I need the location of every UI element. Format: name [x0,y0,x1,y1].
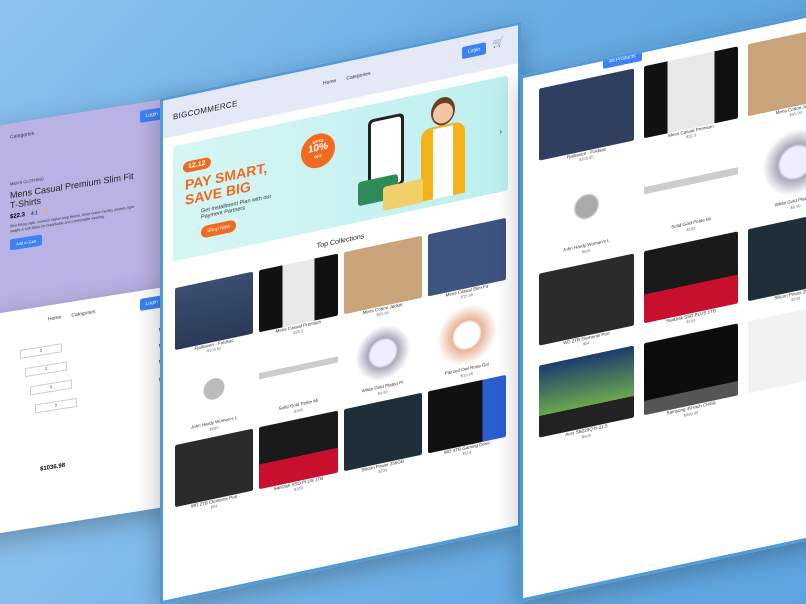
shop-now-button[interactable]: Shop Now [201,219,237,239]
product-card[interactable]: WD 2TB Elements Port $64 [539,253,634,356]
rating-value: 4.1 [31,210,38,218]
product-card[interactable]: WD 2TB Elements Port $64 [175,428,254,517]
subtotal: $1036.98 [40,462,66,473]
product-card[interactable]: John Hardy Women's L $695 [539,160,634,264]
product-card[interactable]: Mens Cotton Jacket $55.99 [343,235,422,325]
nav-home[interactable]: Home [323,78,336,87]
product-card[interactable]: Fjallraven - Foldsac $109.95 [539,68,634,172]
product-card[interactable]: John Hardy Women's L $695 [175,349,254,439]
star-icon: ★ [43,208,49,216]
product-image [748,208,806,301]
add-to-cart-button[interactable]: Add to Cart [10,234,43,251]
product-card[interactable]: Mens Casual Premium $22.3 [643,46,739,149]
product-card[interactable]: Samsung 49-Inch CHG9 $999.99 [643,323,739,426]
product-card[interactable]: Acer SB220Q bi 21.5 $599 [539,345,634,449]
product-image [748,24,806,117]
banner-date: 12.12 [183,156,211,174]
product-price: $22.3 [10,212,26,221]
product-card[interactable] [748,301,806,404]
nav-categories[interactable]: Categories [10,131,34,141]
product-image [748,116,806,209]
login-button[interactable]: Login [461,42,486,60]
cart-icon[interactable]: 🛒 [493,36,504,49]
product-card[interactable]: Mens Casual Slim Fit $15.99 [427,217,506,307]
nav-home[interactable]: Home [48,314,61,322]
logo[interactable]: BIGCOMMERCE [173,99,238,122]
product-card[interactable]: White Gold Plated Pr $9.99 [748,116,806,219]
product-card[interactable]: Silicon Power 256GB $109 [748,208,806,312]
product-card[interactable]: SanDisk SSD PLUS 1TB $109 [643,231,739,334]
product-card[interactable]: WD 4TB Gaming Drive $114 [427,374,506,464]
qty-input[interactable]: 1 [20,343,62,359]
product-card[interactable]: SanDisk SSD PLUS 1TB $109 [259,410,338,499]
chevron-right-icon[interactable]: › [499,127,502,137]
product-card[interactable]: Pierced Owl Rose Gol $10.99 [427,296,506,385]
qty-input[interactable]: 1 [30,379,72,396]
product-card[interactable]: Silicon Power 256GB $109 [343,392,422,482]
product-card[interactable]: Mens Cotton Jacket $55.99 [748,24,806,127]
product-card[interactable]: Solid Gold Petite Mi $168 [259,332,338,421]
discount-badge: UPTO 10% OFF [301,130,335,172]
product-card[interactable]: Fjallraven - Foldsac $109.95 [175,271,254,361]
product-image [748,301,806,394]
qty-input[interactable]: 1 [35,397,77,414]
nav-categories[interactable]: Categories [71,309,95,319]
product-card[interactable]: White Gold Plated Pr $9.99 [343,314,422,403]
all-products-window: All Products Fjallraven - Foldsac $109.9… [520,4,806,602]
home-window: BIGCOMMERCE Home Categories Login 🛒 12.1… [160,21,521,604]
product-card[interactable]: Solid Gold Petite Mi $168 [643,138,739,242]
nav-categories[interactable]: Categories [346,71,370,82]
qty-input[interactable]: 1 [25,361,67,378]
product-card[interactable]: Mens Casual Premium $22.3 [259,253,338,343]
